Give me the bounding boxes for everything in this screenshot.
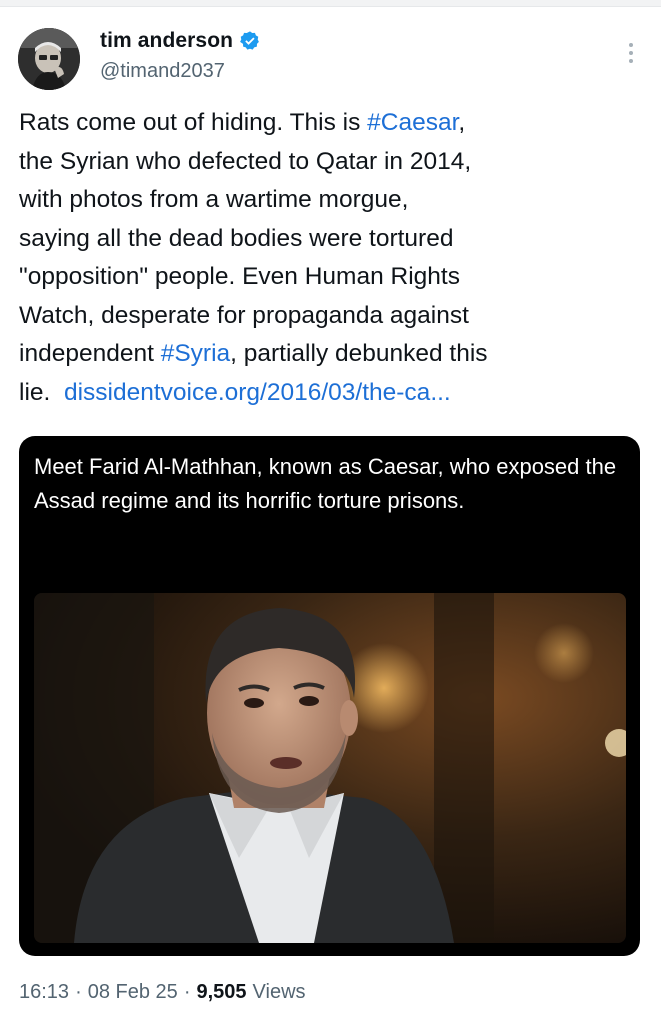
- more-options-icon[interactable]: [619, 38, 643, 68]
- verified-badge-icon: [240, 31, 259, 50]
- text-segment: , the Syrian who defected to Qatar in 20…: [19, 109, 472, 367]
- separator-dot: ·: [75, 981, 82, 1003]
- author-name-row: tim anderson: [100, 29, 261, 53]
- views-label: Views: [252, 981, 306, 1003]
- video-thumbnail[interactable]: [34, 593, 626, 943]
- hashtag-caesar-link[interactable]: #Caesar: [367, 109, 458, 136]
- top-divider: [0, 0, 661, 7]
- tweet-date[interactable]: 08 Feb 25: [88, 981, 178, 1004]
- avatar[interactable]: [18, 28, 80, 90]
- views-count: 9,505: [196, 981, 247, 1003]
- tweet-text: Rats come out of hiding. This is #Caesar…: [19, 104, 629, 412]
- separator-dot: ·: [183, 981, 191, 1003]
- media-card[interactable]: Meet Farid Al-Mathhan, known as Caesar, …: [19, 436, 640, 956]
- author-name[interactable]: tim anderson: [100, 29, 233, 53]
- text-segment: Rats come out of hiding. This is: [19, 109, 368, 136]
- media-caption: Meet Farid Al-Mathhan, known as Caesar, …: [34, 454, 617, 513]
- external-url-link[interactable]: dissidentvoice.org/2016/03/the-ca...: [64, 379, 451, 406]
- tweet-header: tim anderson @timand2037: [18, 24, 643, 94]
- author-handle[interactable]: @timand2037: [100, 60, 225, 83]
- tweet-time[interactable]: 16:13: [19, 981, 69, 1004]
- tweet-meta: 16:13 · 08 Feb 25 · 9,505 Views: [19, 981, 306, 1004]
- hashtag-syria-link[interactable]: #Syria: [161, 340, 230, 367]
